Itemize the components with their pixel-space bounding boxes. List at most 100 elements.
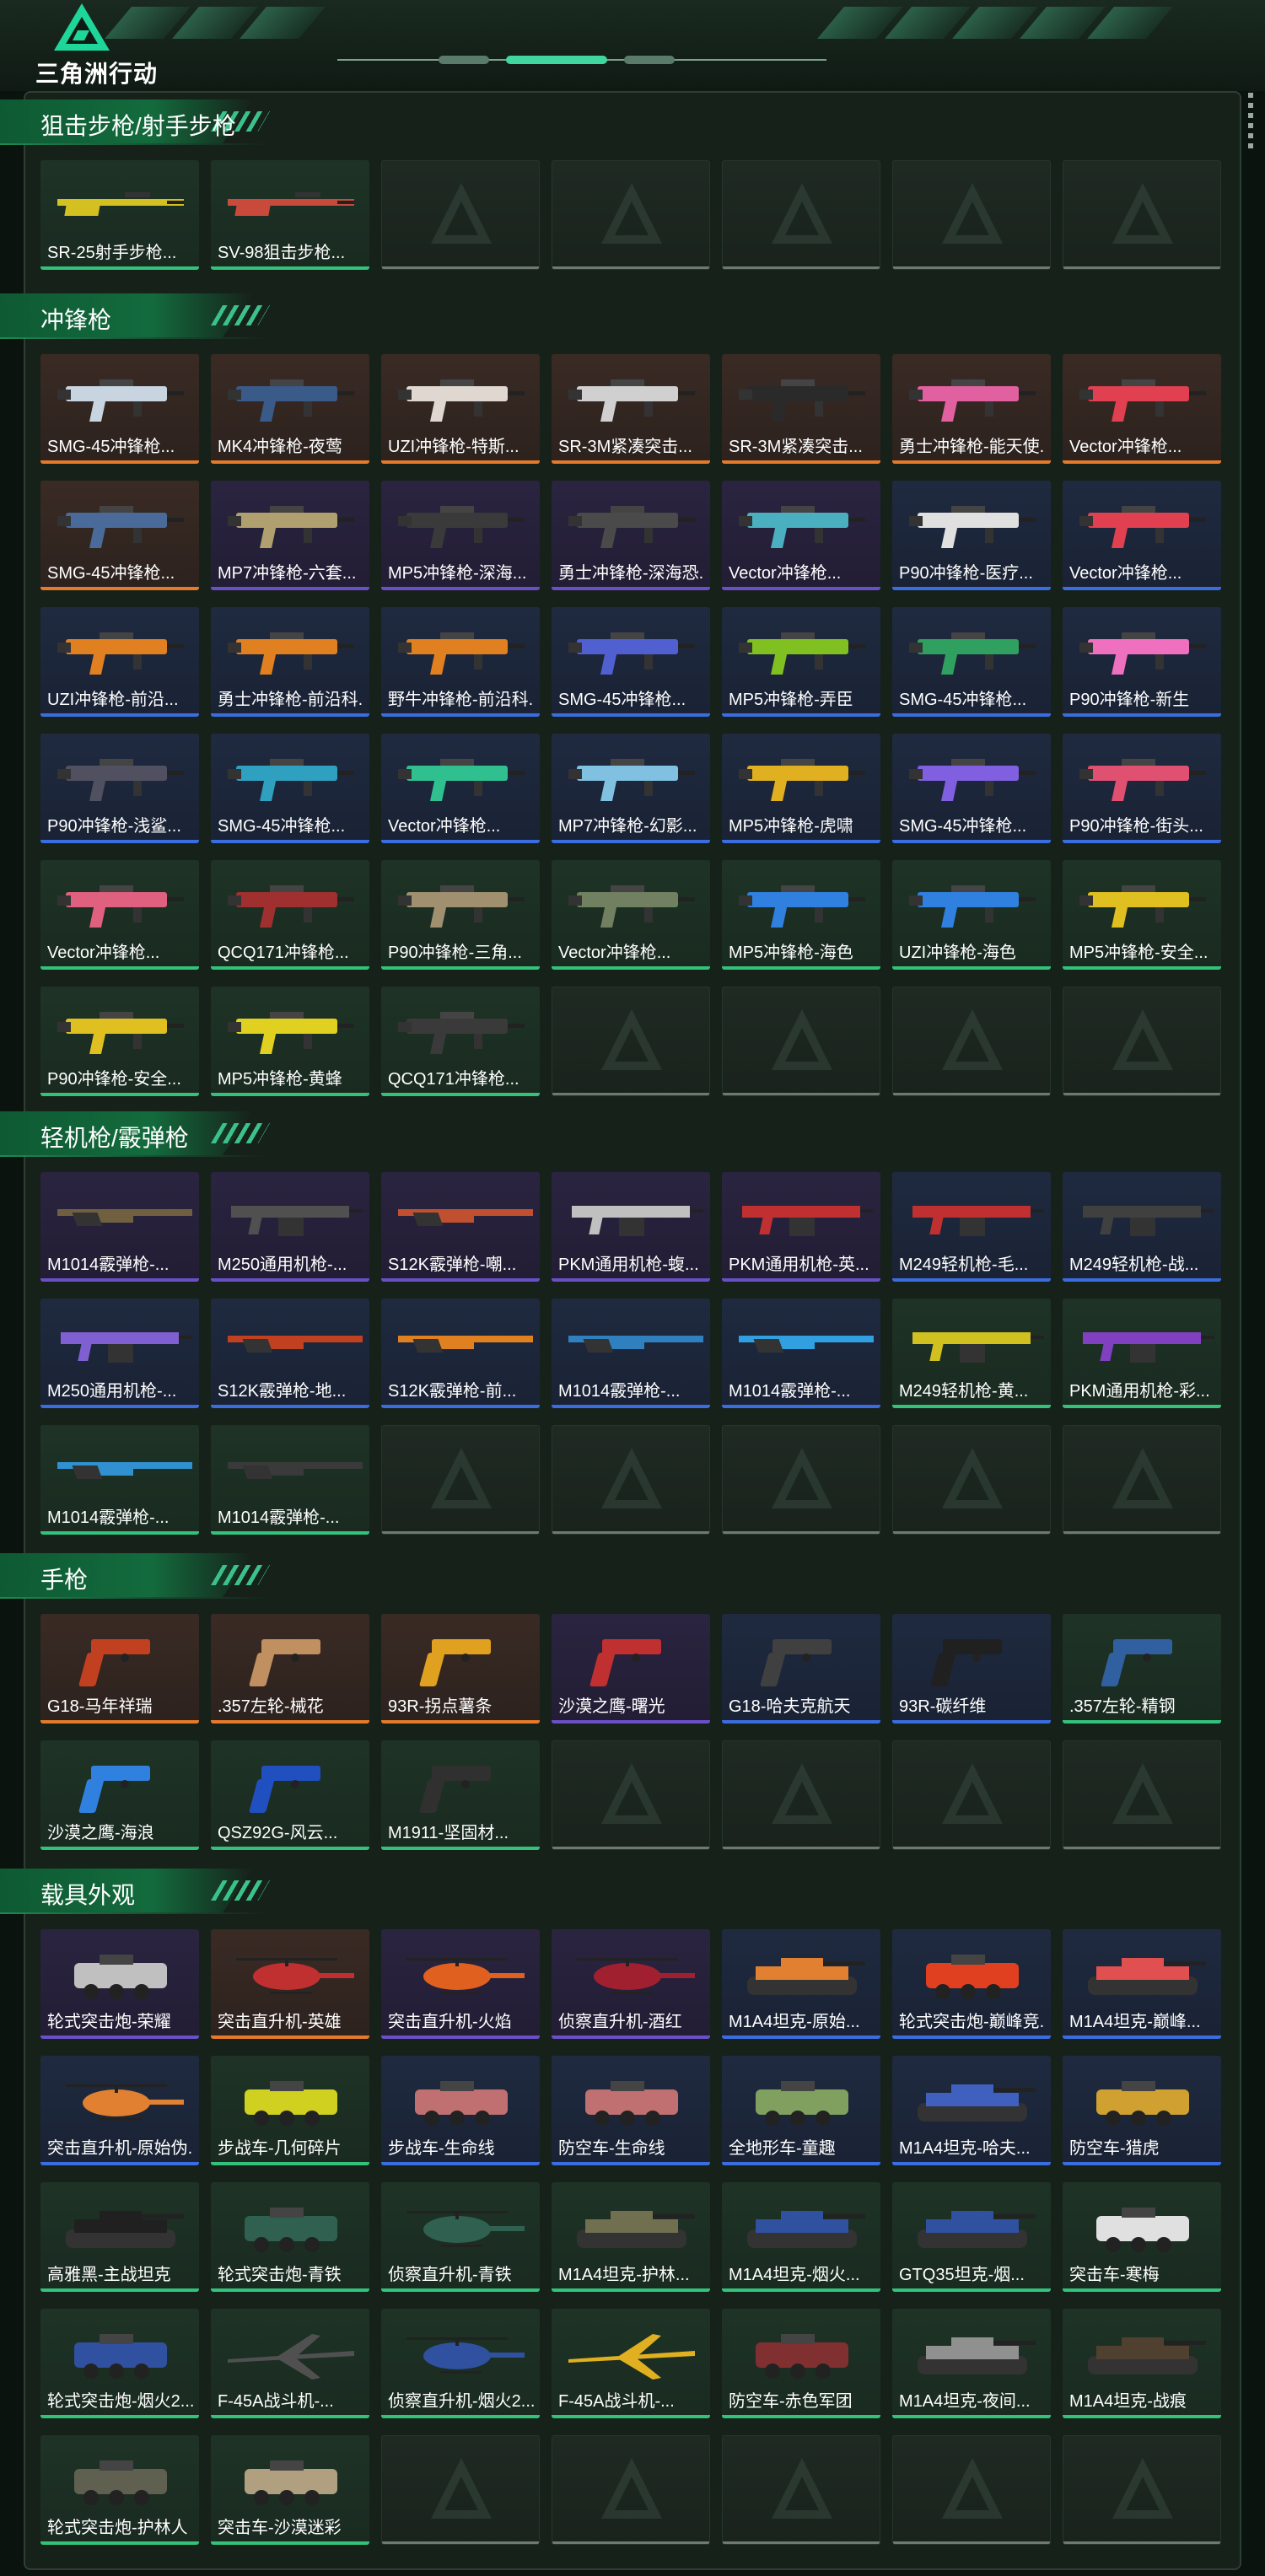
skin-card[interactable]: Vector冲锋枪... xyxy=(1063,354,1221,464)
skin-card[interactable]: M249轻机枪-黄... xyxy=(892,1299,1051,1408)
skin-card[interactable]: 野牛冲锋枪-前沿科... xyxy=(381,607,540,717)
skin-card[interactable]: SR-3M紧凑突击... xyxy=(722,354,880,464)
skin-card[interactable]: MP7冲锋枪-六套... xyxy=(211,481,369,590)
skin-card[interactable]: P90冲锋枪-安全... xyxy=(40,987,199,1096)
skin-card[interactable]: F-45A战斗机-... xyxy=(552,2309,710,2418)
skin-card[interactable]: P90冲锋枪-浅鲨... xyxy=(40,734,199,843)
skin-card[interactable]: 93R-拐点薯条 xyxy=(381,1614,540,1724)
skin-card[interactable]: 防空车-生命线 xyxy=(552,2056,710,2165)
skin-card[interactable]: UZI冲锋枪-特斯... xyxy=(381,354,540,464)
skin-card[interactable]: M1A4坦克-原始... xyxy=(722,1929,880,2039)
skin-card[interactable]: QSZ92G-风云... xyxy=(211,1740,369,1850)
skin-card[interactable]: 突击车-沙漠迷彩 xyxy=(211,2435,369,2545)
skin-card[interactable]: 轮式突击炮-护林人 xyxy=(40,2435,199,2545)
skin-card[interactable]: MP7冲锋枪-幻影... xyxy=(552,734,710,843)
skin-card[interactable]: MP5冲锋枪-安全... xyxy=(1063,860,1221,970)
skin-card[interactable]: 轮式突击炮-巅峰竞... xyxy=(892,1929,1051,2039)
skin-card[interactable]: PKM通用机枪-蝮... xyxy=(552,1172,710,1282)
skin-card[interactable]: MP5冲锋枪-海色 xyxy=(722,860,880,970)
skin-card[interactable]: SMG-45冲锋枪... xyxy=(892,734,1051,843)
skin-card[interactable]: MP5冲锋枪-虎啸 xyxy=(722,734,880,843)
skin-card[interactable]: UZI冲锋枪-前沿... xyxy=(40,607,199,717)
skin-card[interactable]: M1014霰弹枪-... xyxy=(211,1425,369,1535)
skin-card[interactable]: QCQ171冲锋枪... xyxy=(211,860,369,970)
skin-card[interactable]: M1014霰弹枪-... xyxy=(552,1299,710,1408)
skin-card[interactable]: M1A4坦克-烟火... xyxy=(722,2182,880,2292)
skin-card[interactable]: 高雅黑-主战坦克 xyxy=(40,2182,199,2292)
skin-card[interactable]: 突击直升机-火焰 xyxy=(381,1929,540,2039)
skin-card[interactable]: M1A4坦克-护林... xyxy=(552,2182,710,2292)
skin-card[interactable]: Vector冲锋枪... xyxy=(40,860,199,970)
skin-card[interactable]: SMG-45冲锋枪... xyxy=(40,354,199,464)
skin-card[interactable]: M1014霰弹枪-... xyxy=(40,1172,199,1282)
skin-card[interactable]: PKM通用机枪-彩... xyxy=(1063,1299,1221,1408)
skin-card[interactable]: 侦察直升机-酒红 xyxy=(552,1929,710,2039)
skin-card[interactable]: S12K霰弹枪-嘲... xyxy=(381,1172,540,1282)
skin-card[interactable]: P90冲锋枪-医疗... xyxy=(892,481,1051,590)
pistol-icon xyxy=(419,1639,491,1686)
skin-card[interactable]: SMG-45冲锋枪... xyxy=(211,734,369,843)
skin-card[interactable]: 勇士冲锋枪-能天使... xyxy=(892,354,1051,464)
skin-card[interactable]: 全地形车-童趣 xyxy=(722,2056,880,2165)
skin-card[interactable]: 勇士冲锋枪-前沿科... xyxy=(211,607,369,717)
skin-card[interactable]: M1911-坚固材... xyxy=(381,1740,540,1850)
skin-card[interactable]: M1A4坦克-夜间... xyxy=(892,2309,1051,2418)
skin-card[interactable]: G18-哈夫克航天 xyxy=(722,1614,880,1724)
skin-card[interactable]: SMG-45冲锋枪... xyxy=(40,481,199,590)
skin-card[interactable]: M249轻机枪-战... xyxy=(1063,1172,1221,1282)
skin-card[interactable]: .357左轮-械花 xyxy=(211,1614,369,1724)
skin-card[interactable]: 沙漠之鹰-曙光 xyxy=(552,1614,710,1724)
skin-card[interactable]: 步战车-几何碎片 xyxy=(211,2056,369,2165)
skin-card[interactable]: 防空车-猎虎 xyxy=(1063,2056,1221,2165)
skin-card[interactable]: 沙漠之鹰-海浪 xyxy=(40,1740,199,1850)
skin-card[interactable]: 侦察直升机-青铁 xyxy=(381,2182,540,2292)
skin-card[interactable]: Vector冲锋枪... xyxy=(1063,481,1221,590)
skin-card[interactable]: M1A4坦克-巅峰... xyxy=(1063,1929,1221,2039)
skin-card[interactable]: Vector冲锋枪... xyxy=(722,481,880,590)
skin-card[interactable]: SMG-45冲锋枪... xyxy=(552,607,710,717)
skin-card[interactable]: 轮式突击炮-烟火2... xyxy=(40,2309,199,2418)
skin-card[interactable]: .357左轮-精钢 xyxy=(1063,1614,1221,1724)
skin-card[interactable]: 轮式突击炮-荣耀 xyxy=(40,1929,199,2039)
skin-card[interactable]: MK4冲锋枪-夜莺 xyxy=(211,354,369,464)
skin-card[interactable]: MP5冲锋枪-深海... xyxy=(381,481,540,590)
rarity-bar xyxy=(1063,1720,1221,1724)
skin-card[interactable]: 勇士冲锋枪-深海恐... xyxy=(552,481,710,590)
skin-card[interactable]: QCQ171冲锋枪... xyxy=(381,987,540,1096)
skin-card[interactable]: P90冲锋枪-三角... xyxy=(381,860,540,970)
skin-card[interactable]: M1A4坦克-哈夫... xyxy=(892,2056,1051,2165)
scrollbar[interactable] xyxy=(1248,93,1253,152)
skin-card[interactable]: MP5冲锋枪-黄蜂 xyxy=(211,987,369,1096)
skin-card[interactable]: GTQ35坦克-烟... xyxy=(892,2182,1051,2292)
skin-card[interactable]: 侦察直升机-烟火2... xyxy=(381,2309,540,2418)
skin-card[interactable]: 防空车-赤色军团 xyxy=(722,2309,880,2418)
skin-card[interactable]: MP5冲锋枪-弄臣 xyxy=(722,607,880,717)
skin-card[interactable]: G18-马年祥瑞 xyxy=(40,1614,199,1724)
skin-card[interactable]: SR-3M紧凑突击... xyxy=(552,354,710,464)
skin-card[interactable]: 突击车-寒梅 xyxy=(1063,2182,1221,2292)
skin-card[interactable]: P90冲锋枪-街头... xyxy=(1063,734,1221,843)
skin-card[interactable]: SMG-45冲锋枪... xyxy=(892,607,1051,717)
skin-card[interactable]: 突击直升机-原始伪... xyxy=(40,2056,199,2165)
skin-card[interactable]: S12K霰弹枪-前... xyxy=(381,1299,540,1408)
skin-card[interactable]: SR-25射手步枪... xyxy=(40,160,199,270)
skin-card[interactable]: M1A4坦克-战痕 xyxy=(1063,2309,1221,2418)
skin-card[interactable]: S12K霰弹枪-地... xyxy=(211,1299,369,1408)
skin-card[interactable]: M249轻机枪-毛... xyxy=(892,1172,1051,1282)
skin-card[interactable]: M250通用机枪-... xyxy=(40,1299,199,1408)
skin-card[interactable]: 突击直升机-英雄 xyxy=(211,1929,369,2039)
skin-card[interactable]: PKM通用机枪-英... xyxy=(722,1172,880,1282)
skin-card[interactable]: Vector冲锋枪... xyxy=(552,860,710,970)
skin-card[interactable]: M1014霰弹枪-... xyxy=(722,1299,880,1408)
smg-icon xyxy=(739,506,865,548)
skin-card[interactable]: F-45A战斗机-... xyxy=(211,2309,369,2418)
skin-card[interactable]: UZI冲锋枪-海色 xyxy=(892,860,1051,970)
skin-card[interactable]: M1014霰弹枪-... xyxy=(40,1425,199,1535)
skin-card[interactable]: 轮式突击炮-青铁 xyxy=(211,2182,369,2292)
skin-card[interactable]: 93R-碳纤维 xyxy=(892,1614,1051,1724)
skin-card[interactable]: Vector冲锋枪... xyxy=(381,734,540,843)
skin-card[interactable]: SV-98狙击步枪... xyxy=(211,160,369,270)
skin-card[interactable]: P90冲锋枪-新生 xyxy=(1063,607,1221,717)
skin-card[interactable]: 步战车-生命线 xyxy=(381,2056,540,2165)
skin-card[interactable]: M250通用机枪-... xyxy=(211,1172,369,1282)
